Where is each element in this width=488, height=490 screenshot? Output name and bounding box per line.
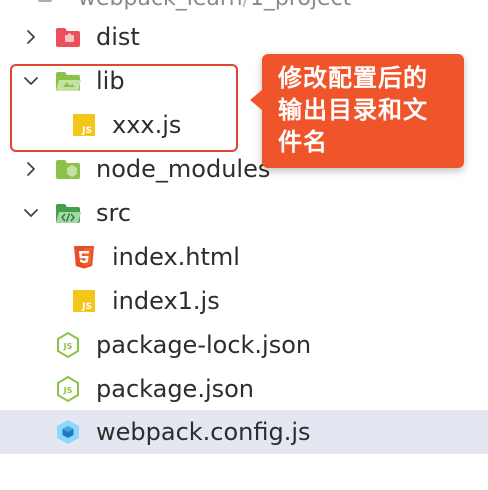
node-modules-folder-icon <box>54 155 82 183</box>
tree-item-webpack-config-js[interactable]: webpack.config.js <box>0 410 488 454</box>
nodejs-file-icon: JS <box>54 375 82 403</box>
tree-item-label: package.json <box>96 375 255 403</box>
tree-item-label: package-lock.json <box>96 331 312 359</box>
tree-item-label: index1.js <box>112 287 220 315</box>
tree-item-index1-js[interactable]: JS index1.js <box>0 279 488 323</box>
tree-item-package-json[interactable]: JS package.json <box>0 367 488 411</box>
tree-item-label: node_modules <box>96 155 271 183</box>
webpack-file-icon <box>54 418 82 446</box>
svg-text:JS: JS <box>81 302 92 312</box>
chevron-right-icon[interactable] <box>20 26 42 48</box>
tree-item-label: webpack.config.js <box>96 418 311 446</box>
callout-arrow <box>250 90 262 110</box>
tree-item-src[interactable]: src <box>0 191 488 235</box>
svg-text:JS: JS <box>63 386 73 395</box>
annotation-text: 修改配置后的输出目录和文件名 <box>278 64 428 156</box>
tree-item-label: index.html <box>112 243 240 271</box>
tree-item-package-lock-json[interactable]: JS package-lock.json <box>0 323 488 367</box>
nodejs-file-icon: JS <box>54 331 82 359</box>
tree-item-label: dist <box>96 23 140 51</box>
js-file-icon: JS <box>70 287 98 315</box>
explorer-bottom-area <box>0 454 488 490</box>
tree-item-label: src <box>96 199 132 227</box>
tree-item-index-html[interactable]: index.html <box>0 235 488 279</box>
html5-file-icon <box>70 243 98 271</box>
chevron-right-icon[interactable] <box>20 158 42 180</box>
dist-folder-icon <box>54 23 82 51</box>
annotation-highlight-box <box>10 64 238 152</box>
src-folder-open-icon <box>54 199 82 227</box>
tree-item-dist[interactable]: dist <box>0 15 488 59</box>
svg-text:JS: JS <box>63 342 73 351</box>
annotation-callout: 修改配置后的输出目录和文件名 <box>250 54 464 168</box>
chevron-down-icon[interactable] <box>20 202 42 224</box>
